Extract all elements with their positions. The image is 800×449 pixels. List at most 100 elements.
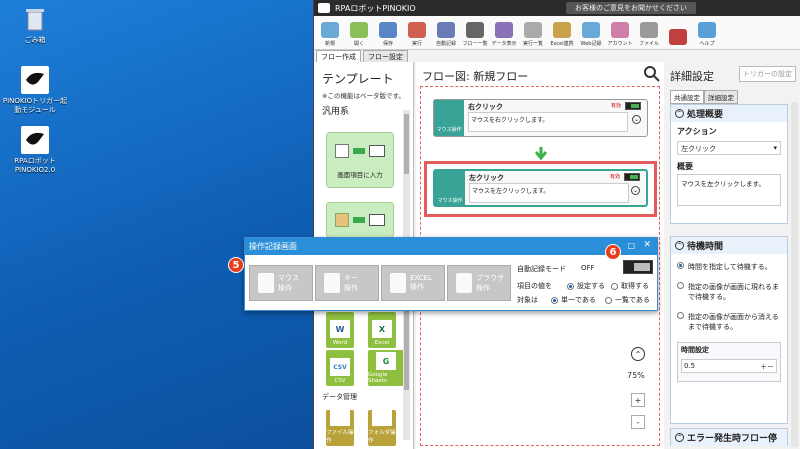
collapse-icon[interactable]: ⌃: [675, 433, 684, 442]
file-op-label: ファイル操作: [326, 430, 354, 444]
file-op-template[interactable]: ファイル操作: [326, 410, 354, 446]
target-list-radio[interactable]: 一覧である: [605, 295, 650, 305]
tab-flow-settings[interactable]: フロー設定: [363, 50, 408, 62]
summary-panel: ⌃ 処理概要 アクション 左クリック ▾ 概要 マウスを左クリックします。: [670, 104, 788, 224]
feedback-banner[interactable]: お客様のご意見をお聞かせください: [566, 2, 696, 14]
ribbon-button-8[interactable]: Excel連携: [548, 17, 576, 47]
app-title: RPAロボットPINOKIO: [335, 3, 416, 13]
ribbon-label-7: 実行一覧: [522, 41, 543, 47]
ribbon-button-13[interactable]: ヘルプ: [693, 17, 721, 47]
tab-flow-create[interactable]: フロー作成: [316, 50, 361, 62]
recycle-bin-label: ごみ箱: [24, 36, 46, 44]
input-template-icon: [327, 133, 393, 169]
ribbon-button-5[interactable]: フロー一覧: [461, 17, 489, 47]
template-card-input[interactable]: 画面項目に入力: [326, 132, 394, 188]
ribbon-icon-7: [524, 22, 542, 38]
description-field[interactable]: マウスを左クリックします。: [677, 174, 781, 206]
zoom-out-button[interactable]: -: [631, 415, 645, 429]
ribbon-button-10[interactable]: アカウント: [606, 17, 634, 47]
excel-operation-button[interactable]: EXCEL 操作: [381, 265, 445, 301]
ribbon-button-7[interactable]: 実行一覧: [519, 17, 547, 47]
stepper-icon: ＋－: [760, 363, 774, 371]
mouse-icon: マウス操作: [434, 100, 464, 136]
chevron-down-icon[interactable]: ⌄: [631, 186, 640, 195]
node-toggle[interactable]: [625, 102, 641, 110]
browser-icon: [456, 273, 472, 293]
item-get-radio[interactable]: 取得する: [611, 281, 649, 291]
csv-label: CSV: [334, 378, 346, 384]
csv-icon: CSV: [330, 358, 350, 376]
mouse-icon: [258, 273, 274, 293]
time-setting-box: 時間設定 0.5 ＋－: [677, 342, 781, 382]
node-right-click[interactable]: マウス操作 右クリック 有効 マウスを右クリックします。 ⌄: [433, 99, 648, 137]
tab-detail-settings[interactable]: 詳細設定: [704, 90, 738, 104]
gsheets-label: Google Sheets: [368, 372, 388, 384]
collapse-icon[interactable]: ⌃: [675, 241, 684, 250]
key-operation-button[interactable]: キー 操作: [315, 265, 379, 301]
ribbon-icon-9: [582, 22, 600, 38]
maximize-icon[interactable]: □: [627, 241, 635, 250]
template-card-2[interactable]: [326, 202, 394, 238]
ribbon-button-9[interactable]: Web記録: [577, 17, 605, 47]
ribbon-button-12[interactable]: [664, 17, 692, 47]
description-label: 概要: [677, 162, 693, 171]
action-select[interactable]: 左クリック ▾: [677, 141, 781, 155]
folder-op-label: フォルダ操作: [368, 430, 396, 444]
ribbon-button-4[interactable]: 自動記録: [432, 17, 460, 47]
zoom-up-icon[interactable]: ⌃: [631, 347, 645, 361]
time-input[interactable]: 0.5 ＋－: [681, 359, 777, 373]
folder-op-template[interactable]: フォルダ操作: [368, 410, 396, 446]
browser-operation-button[interactable]: ブラウザ 操作: [447, 265, 511, 301]
pinokio-robot-icon[interactable]: RPAロボットPINOKIO2.0: [0, 126, 70, 175]
collapse-icon[interactable]: ⌃: [675, 109, 684, 118]
ribbon-button-3[interactable]: 実行: [403, 17, 431, 47]
ribbon-toolbar: 新規 開く 保存 実行 自動記録 フロー一覧 データ表示 実行一覧 Excel連携 Web記録 アカ…: [314, 16, 800, 50]
target-label: 対象は: [517, 296, 538, 304]
ribbon-button-6[interactable]: データ表示: [490, 17, 518, 47]
ribbon-icon-13: [698, 22, 716, 38]
ribbon-label-11: ファイル: [638, 41, 659, 47]
excel-label: Excel: [374, 340, 390, 346]
file-icon: [330, 410, 350, 426]
search-icon[interactable]: [644, 66, 660, 82]
ribbon-button-1[interactable]: 開く: [345, 17, 373, 47]
ribbon-label-6: データ表示: [491, 41, 517, 47]
word-template[interactable]: W Word: [326, 312, 354, 348]
chevron-down-icon[interactable]: ⌄: [632, 115, 641, 124]
template-card-caption: 画面項目に入力: [337, 171, 383, 179]
item-set-radio[interactable]: 設定する: [567, 281, 605, 291]
node-left-click[interactable]: マウス操作 左クリック 有効 マウスを左クリックします。 ⌄: [433, 169, 648, 207]
wait-option-appear[interactable]: 指定の画像が画面に現れるまで待機する。: [671, 272, 787, 302]
word-label: Word: [332, 340, 348, 346]
mouse-operation-button[interactable]: マウス 操作: [249, 265, 313, 301]
item-value-label: 項目の値を: [517, 282, 552, 290]
target-single-radio[interactable]: 単一である: [551, 295, 596, 305]
recycle-bin-icon[interactable]: ごみ箱: [0, 5, 70, 45]
node-valid-label: 有効: [609, 174, 620, 180]
ribbon-button-2[interactable]: 保存: [374, 17, 402, 47]
auto-record-toggle[interactable]: [623, 260, 653, 274]
zoom-in-button[interactable]: +: [631, 393, 645, 407]
ribbon-icon-0: [321, 22, 339, 38]
ribbon-label-2: 保存: [382, 41, 393, 47]
csv-template[interactable]: CSV CSV: [326, 350, 354, 386]
gsheets-template[interactable]: G Google Sheets: [368, 350, 404, 386]
wait-option-disappear[interactable]: 指定の画像が画面から消えるまで待機する。: [671, 302, 787, 332]
ribbon-button-0[interactable]: 新規: [316, 17, 344, 47]
word-icon: W: [330, 320, 350, 338]
detail-scrollbar[interactable]: [791, 102, 798, 447]
node-toggle[interactable]: [624, 173, 640, 181]
ribbon-button-11[interactable]: ファイル: [635, 17, 663, 47]
pinokio-trigger-icon[interactable]: PINOKIOトリガー起動モジュール: [0, 66, 70, 115]
tab-common-settings[interactable]: 共通設定: [670, 90, 704, 104]
node-valid-label: 有効: [610, 103, 621, 109]
excel-template[interactable]: X Excel: [368, 312, 396, 348]
wait-header: 待機時間: [687, 242, 724, 252]
trigger-settings-button[interactable]: トリガーの設定: [739, 66, 796, 82]
close-icon[interactable]: ✕: [643, 240, 651, 250]
mouse-icon: マウス操作: [435, 171, 465, 207]
excel-icon: X: [372, 320, 392, 338]
arrow-down-icon: [535, 147, 547, 161]
wait-option-time[interactable]: 時間を指定して待機する。: [671, 254, 787, 272]
data-section: データ管理: [322, 393, 357, 401]
